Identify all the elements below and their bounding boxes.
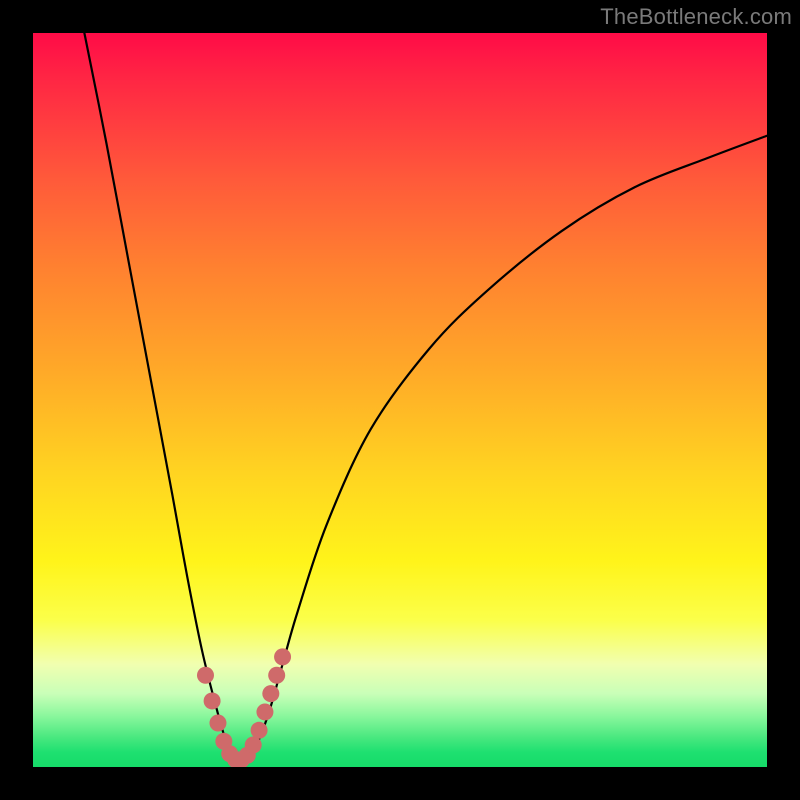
highlight-marker [256,703,273,720]
highlight-marker [215,733,232,750]
outer-frame: TheBottleneck.com [0,0,800,800]
highlight-marker [251,722,268,739]
highlight-marker [262,685,279,702]
highlight-marker [227,751,244,767]
plot-area [33,33,767,767]
highlight-marker [204,692,221,709]
primary-curve [84,33,767,761]
marker-group [197,648,291,767]
highlight-marker [274,648,291,665]
highlight-marker [239,747,256,764]
highlight-marker [245,736,262,753]
highlight-marker [197,667,214,684]
highlight-marker [268,667,285,684]
watermark-text: TheBottleneck.com [600,4,792,30]
curve-svg [33,33,767,767]
highlight-marker [209,714,226,731]
highlight-marker [233,751,250,767]
highlight-marker [221,745,238,762]
